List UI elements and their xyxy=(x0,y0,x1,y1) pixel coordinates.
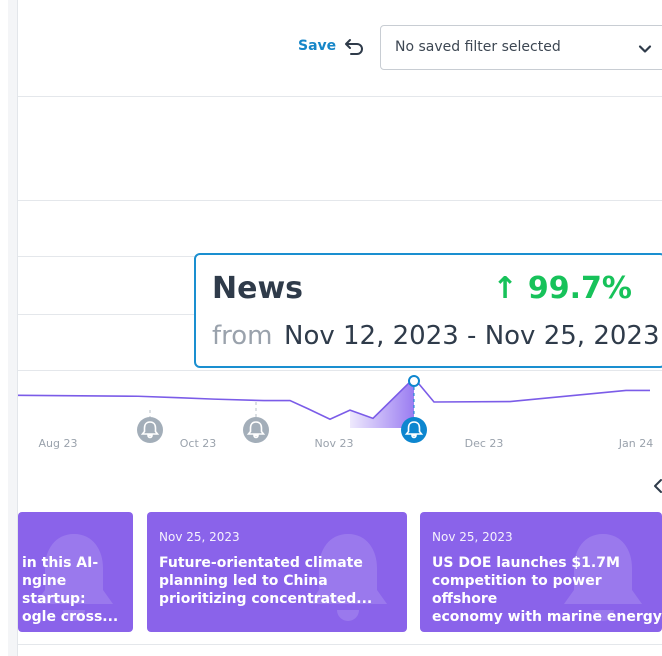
divider xyxy=(18,96,662,97)
tooltip-from-label: from xyxy=(212,321,273,351)
news-panel: Save No saved filter selected Aug 23 Oct … xyxy=(18,0,662,656)
tooltip-date-range: Nov 12, 2023 - Nov 25, 2023 xyxy=(284,321,660,351)
x-tick-label: Oct 23 xyxy=(180,437,217,450)
news-card-date: Nov 25, 2023 xyxy=(159,530,240,544)
news-card-date: Nov 25, 2023 xyxy=(432,530,513,544)
news-card[interactable]: in this AI- ngine startup: ogle cross... xyxy=(18,512,133,632)
bell-icon[interactable] xyxy=(137,417,163,443)
news-tooltip: News ↑ 99.7% from Nov 12, 2023 - Nov 25,… xyxy=(194,253,662,368)
news-card-title: in this AI- ngine startup: ogle cross... xyxy=(22,555,119,625)
chevron-left-icon[interactable] xyxy=(652,478,662,494)
news-timeline-chart: Aug 23 Oct 23 Nov 23 Dec 23 Jan 24 xyxy=(18,375,653,450)
tooltip-change: ↑ 99.7% xyxy=(492,271,632,306)
toolbar: Save No saved filter selected xyxy=(18,0,662,96)
news-card[interactable]: Nov 25, 2023 US DOE launches $1.7M compe… xyxy=(420,512,662,632)
save-button[interactable]: Save xyxy=(298,38,336,54)
panel-edge xyxy=(8,0,18,656)
x-tick-label: Aug 23 xyxy=(39,437,78,450)
saved-filter-select[interactable]: No saved filter selected xyxy=(380,25,662,70)
timeline-area xyxy=(350,378,414,428)
saved-filter-value: No saved filter selected xyxy=(395,39,561,55)
peak-point[interactable] xyxy=(408,375,420,387)
gridline xyxy=(18,200,662,201)
chevron-down-icon xyxy=(637,41,653,57)
news-card-title: US DOE launches $1.7M competition to pow… xyxy=(432,555,662,625)
x-tick-label: Dec 23 xyxy=(465,437,504,450)
tooltip-title: News xyxy=(212,271,304,306)
news-card[interactable]: Nov 25, 2023 Future-orientated climate p… xyxy=(147,512,407,632)
news-card-title: Future-orientated climate planning led t… xyxy=(159,555,373,607)
divider xyxy=(18,644,662,645)
x-tick-label: Jan 24 xyxy=(618,437,653,450)
x-tick-label: Nov 23 xyxy=(315,437,354,450)
timeline-line xyxy=(18,376,650,421)
undo-icon[interactable] xyxy=(344,36,366,58)
bell-icon[interactable] xyxy=(243,417,269,443)
bell-icon[interactable] xyxy=(401,417,427,443)
